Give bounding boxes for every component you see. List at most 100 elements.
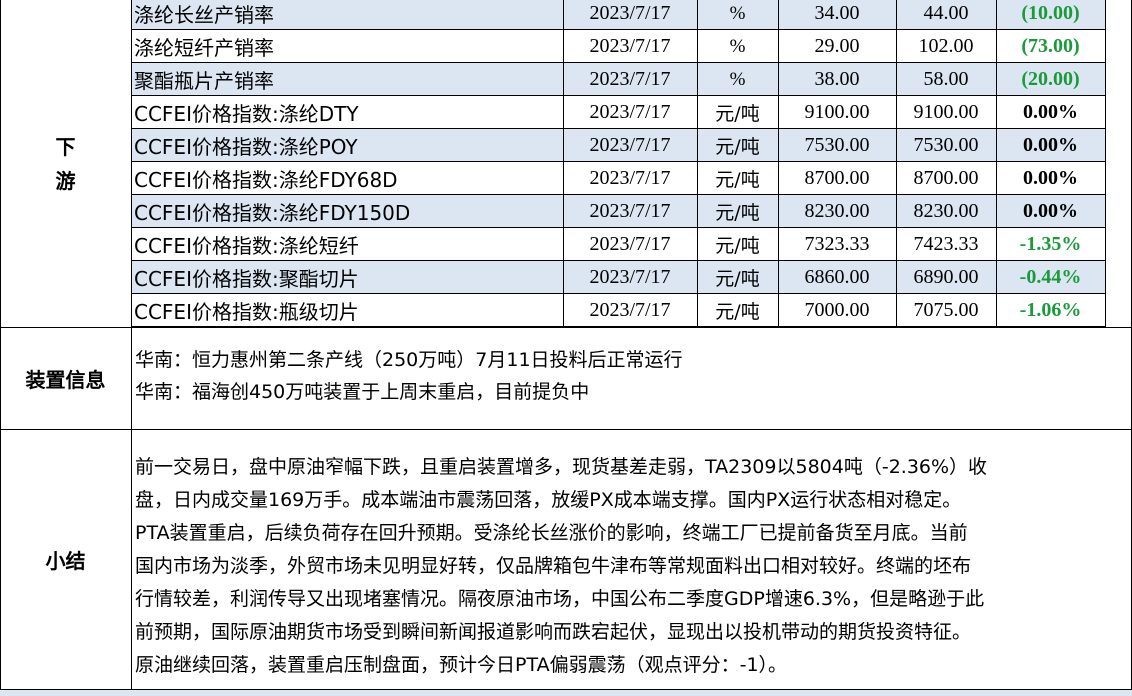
report-sheet: 下 游 涤纶长丝产销率 2023/7/17% 34.00 44.00 (10.00) 涤纶… bbox=[0, 0, 1132, 696]
table-row: CCFEI价格指数:涤纶DTY 2023/7/17 元/吨 9100.00 9100.0… bbox=[131, 96, 1106, 129]
table-row: CCFEI价格指数:涤纶POY 2023/7/17 元/吨 7530.00 7530.0… bbox=[131, 129, 1106, 162]
row-date-cell: 2023/7/17 bbox=[589, 2, 671, 24]
row-change-cell: -1.35% bbox=[1019, 233, 1082, 255]
grid-line bbox=[896, 162, 897, 195]
grid-line bbox=[896, 63, 897, 96]
row-previous-value-cell: 29.00 bbox=[814, 35, 860, 57]
grid-line bbox=[778, 162, 779, 195]
grid-line bbox=[697, 96, 698, 129]
bottom-band bbox=[0, 690, 1132, 696]
row-unit-cell: 元/吨 bbox=[715, 169, 760, 191]
grid-line bbox=[1105, 129, 1106, 162]
grid-line bbox=[563, 228, 564, 261]
grid-line bbox=[697, 294, 698, 327]
downstream-label-line1: 下 bbox=[55, 134, 76, 159]
table-row: 涤纶短纤产销率 2023/7/17% 29.00 102.00 (73.00) bbox=[131, 30, 1106, 63]
grid-line bbox=[778, 228, 779, 261]
grid-line bbox=[0, 0, 1, 690]
grid-line bbox=[1105, 30, 1106, 63]
row-date-cell: 2023/7/17 bbox=[589, 233, 671, 255]
row-current-value-cell: 44.00 bbox=[923, 2, 969, 24]
row-change-cell: (20.00) bbox=[1021, 68, 1080, 90]
summary-line: PTA装置重启，后续负荷存在回升预期。受涤纶长丝涨价的影响，终端工厂已提前备货至… bbox=[135, 522, 968, 544]
grid-line bbox=[778, 129, 779, 162]
grid-line bbox=[896, 195, 897, 228]
row-name-cell: CCFEI价格指数:涤纶POY bbox=[134, 135, 358, 159]
row-previous-value-cell: 38.00 bbox=[814, 68, 860, 90]
grid-line bbox=[896, 96, 897, 129]
grid-line bbox=[996, 63, 997, 96]
grid-line bbox=[996, 261, 997, 294]
grid-line bbox=[996, 162, 997, 195]
grid-line bbox=[563, 129, 564, 162]
device-info-line: 华南：福海创450万吨装置于上周末重启，目前提负中 bbox=[135, 381, 590, 403]
table-row: CCFEI价格指数:聚酯切片 2023/7/17 元/吨 6860.00 6890.00… bbox=[131, 261, 1106, 294]
grid-line bbox=[896, 294, 897, 327]
row-unit-cell: % bbox=[729, 68, 746, 90]
grid-line bbox=[697, 228, 698, 261]
grid-line bbox=[778, 63, 779, 96]
grid-line bbox=[131, 0, 132, 690]
grid-line bbox=[896, 261, 897, 294]
grid-line bbox=[563, 63, 564, 96]
summary-line: 原油继续回落，装置重启压制盘面，预计今日PTA偏弱震荡（观点评分：-1）。 bbox=[135, 654, 788, 676]
summary-label: 小结 bbox=[45, 549, 86, 573]
grid-line bbox=[1105, 162, 1106, 195]
grid-line bbox=[1105, 228, 1106, 261]
grid-line bbox=[778, 96, 779, 129]
grid-line bbox=[0, 327, 1132, 328]
table-row: CCFEI价格指数:涤纶FDY68D 2023/7/17 元/吨 8700.00 870… bbox=[131, 162, 1106, 195]
row-unit-cell: 元/吨 bbox=[715, 301, 760, 323]
row-change-cell: -1.06% bbox=[1019, 299, 1082, 321]
row-current-value-cell: 7075.00 bbox=[913, 299, 979, 321]
grid-line bbox=[697, 0, 698, 30]
row-date-cell: 2023/7/17 bbox=[589, 134, 671, 156]
row-current-value-cell: 102.00 bbox=[918, 35, 974, 57]
row-current-value-cell: 7530.00 bbox=[913, 134, 979, 156]
row-unit-cell: 元/吨 bbox=[715, 103, 760, 125]
grid-line bbox=[1105, 63, 1106, 96]
summary-content: 前一交易日，盘中原油窄幅下跌，且重启装置增多，现货基差走弱，TA2309以580… bbox=[135, 451, 1130, 686]
grid-line bbox=[1105, 96, 1106, 129]
grid-line bbox=[563, 162, 564, 195]
grid-line bbox=[778, 261, 779, 294]
row-change-cell: -0.44% bbox=[1019, 266, 1082, 288]
summary-line: 前一交易日，盘中原油窄幅下跌，且重启装置增多，现货基差走弱，TA2309以580… bbox=[135, 456, 988, 478]
row-name-cell: 涤纶短纤产销率 bbox=[134, 36, 274, 60]
row-current-value-cell: 58.00 bbox=[923, 68, 969, 90]
grid-line bbox=[896, 228, 897, 261]
row-previous-value-cell: 34.00 bbox=[814, 2, 860, 24]
row-previous-value-cell: 8700.00 bbox=[804, 167, 870, 189]
grid-line bbox=[996, 195, 997, 228]
grid-line bbox=[996, 30, 997, 63]
table-row: 聚酯瓶片产销率 2023/7/17% 38.00 58.00 (20.00) bbox=[131, 63, 1106, 96]
row-date-cell: 2023/7/17 bbox=[589, 167, 671, 189]
device-info-label: 装置信息 bbox=[25, 367, 106, 392]
grid-line bbox=[0, 689, 1132, 690]
row-current-value-cell: 6890.00 bbox=[913, 266, 979, 288]
grid-line bbox=[563, 261, 564, 294]
row-previous-value-cell: 6860.00 bbox=[804, 266, 870, 288]
row-previous-value-cell: 7323.33 bbox=[804, 233, 870, 255]
grid-line bbox=[697, 30, 698, 63]
grid-line bbox=[896, 30, 897, 63]
grid-line bbox=[1105, 0, 1106, 30]
grid-line bbox=[896, 129, 897, 162]
grid-line bbox=[563, 294, 564, 327]
row-date-cell: 2023/7/17 bbox=[589, 35, 671, 57]
row-unit-cell: 元/吨 bbox=[715, 202, 760, 224]
row-name-cell: CCFEI价格指数:瓶级切片 bbox=[134, 300, 359, 324]
grid-line bbox=[1105, 261, 1106, 294]
grid-line bbox=[896, 0, 897, 30]
row-change-cell: 0.00% bbox=[1023, 101, 1078, 123]
grid-line bbox=[778, 294, 779, 327]
row-date-cell: 2023/7/17 bbox=[589, 299, 671, 321]
row-change-cell: 0.00% bbox=[1023, 200, 1078, 222]
row-name-cell: CCFEI价格指数:涤纶FDY150D bbox=[134, 201, 411, 225]
row-current-value-cell: 8230.00 bbox=[913, 200, 979, 222]
downstream-section-label: 下 游 bbox=[0, 0, 131, 327]
row-change-cell: (73.00) bbox=[1021, 35, 1080, 57]
row-previous-value-cell: 7000.00 bbox=[804, 299, 870, 321]
summary-line: 前预期，国际原油期货市场受到瞬间新闻报道影响而跌宕起伏，显现出以投机带动的期货投… bbox=[135, 621, 972, 643]
grid-line bbox=[563, 30, 564, 63]
